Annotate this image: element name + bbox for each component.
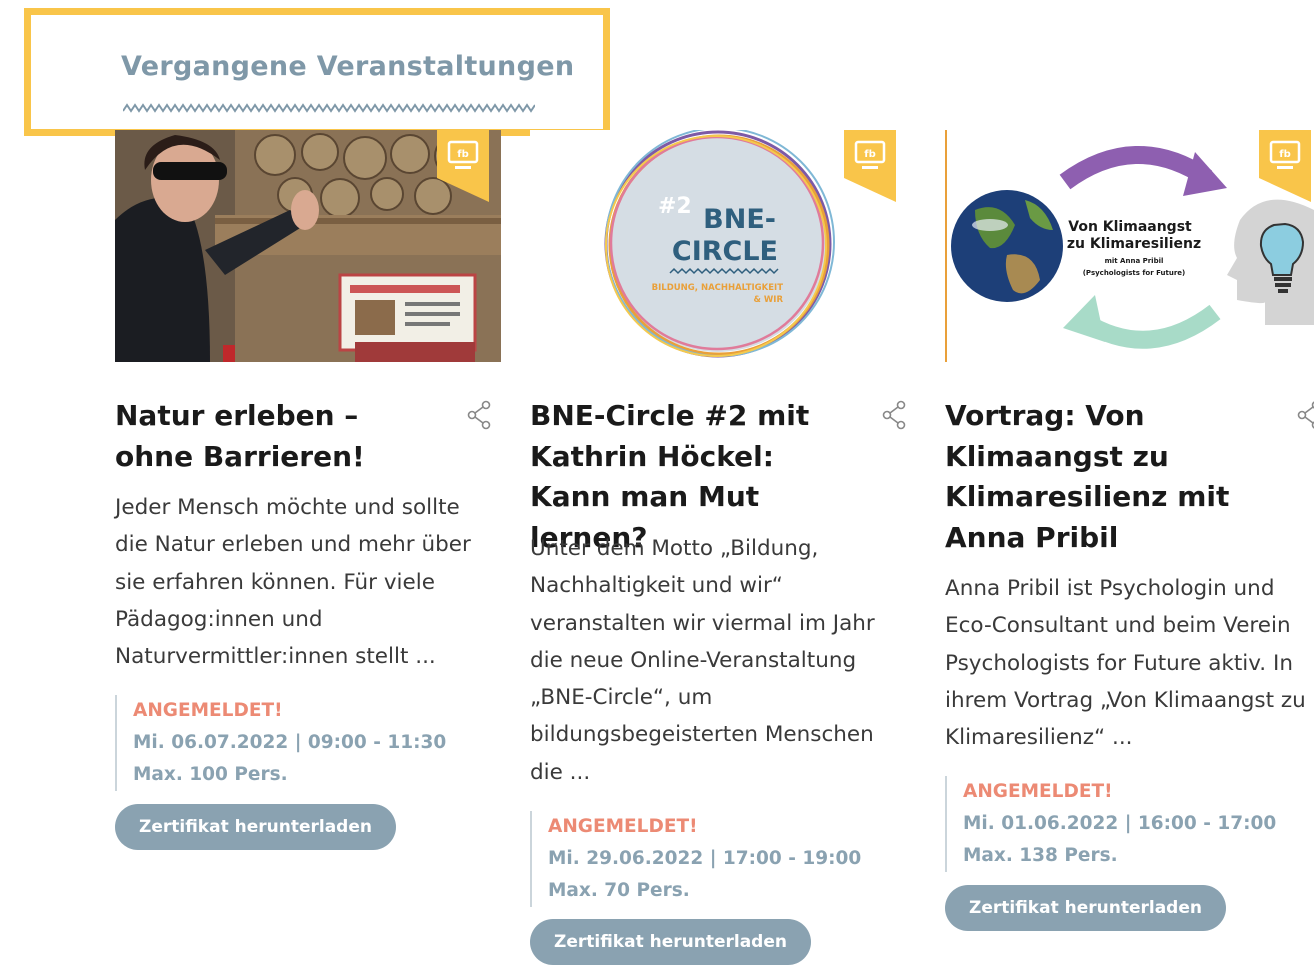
event-title[interactable]: Natur erleben – ohne Barrieren!: [115, 396, 445, 477]
event-card-1[interactable]: fb Natur erleben – ohne Barrieren! Jeder…: [115, 130, 501, 850]
event-card-2[interactable]: #2 BNE- CIRCLE BILDUNG, NACHHALTIGKEIT &…: [530, 130, 916, 958]
event-description: Jeder Mensch möchte und sollte die Natur…: [115, 489, 495, 675]
svg-text:zu Klimaresilienz: zu Klimaresilienz: [1067, 236, 1201, 252]
svg-text:#2: #2: [658, 194, 692, 219]
download-certificate-button[interactable]: Zertifikat herunterladen: [115, 804, 396, 850]
event-card-3[interactable]: Von Klimaangst zu Klimaresilienz mit Ann…: [945, 130, 1314, 930]
registration-status: ANGEMELDET!: [133, 695, 446, 727]
svg-text:BNE-: BNE-: [703, 204, 776, 235]
event-date-time: Mi. 01.06.2022 | 16:00 - 17:00: [963, 808, 1276, 840]
fb-screen-icon: fb: [437, 130, 489, 202]
share-icon[interactable]: [467, 400, 493, 430]
svg-text:fb: fb: [1279, 149, 1291, 160]
download-certificate-button[interactable]: Zertifikat herunterladen: [945, 885, 1226, 931]
event-meta: ANGEMELDET! Mi. 29.06.2022 | 17:00 - 19:…: [530, 811, 861, 907]
fb-screen-icon: fb: [1259, 130, 1311, 202]
svg-text:Von Klimaangst: Von Klimaangst: [1068, 219, 1192, 235]
section-title: Vergangene Veranstaltungen: [121, 51, 574, 82]
event-title[interactable]: Vortrag: Von Klimaangst zu Klimaresilien…: [945, 396, 1265, 558]
svg-text:(Psychologists for Future): (Psychologists for Future): [1083, 269, 1186, 277]
share-icon[interactable]: [1297, 400, 1314, 430]
event-description: Unter dem Motto „Bildung, Nachhaltigkeit…: [530, 530, 900, 791]
event-meta: ANGEMELDET! Mi. 06.07.2022 | 09:00 - 11:…: [115, 695, 446, 791]
svg-text:BILDUNG, NACHHALTIGKEIT: BILDUNG, NACHHALTIGKEIT: [652, 283, 784, 293]
share-icon[interactable]: [882, 400, 908, 430]
event-date-time: Mi. 06.07.2022 | 09:00 - 11:30: [133, 727, 446, 759]
event-description: Anna Pribil ist Psychologin und Eco-Cons…: [945, 570, 1314, 756]
event-capacity: Max. 70 Pers.: [548, 875, 861, 907]
registration-status: ANGEMELDET!: [548, 811, 861, 843]
section-header: Vergangene Veranstaltungen: [24, 8, 610, 136]
svg-text:CIRCLE: CIRCLE: [672, 236, 778, 267]
event-date-time: Mi. 29.06.2022 | 17:00 - 19:00: [548, 843, 861, 875]
svg-text:fb: fb: [864, 149, 876, 160]
event-capacity: Max. 100 Pers.: [133, 759, 446, 791]
zigzag-underline: [123, 103, 535, 113]
event-meta: ANGEMELDET! Mi. 01.06.2022 | 16:00 - 17:…: [945, 776, 1276, 872]
fb-screen-icon: fb: [844, 130, 896, 202]
svg-text:fb: fb: [457, 149, 469, 160]
registration-status: ANGEMELDET!: [963, 776, 1276, 808]
svg-text:& WIR: & WIR: [754, 295, 784, 305]
download-certificate-button[interactable]: Zertifikat herunterladen: [530, 919, 811, 965]
event-capacity: Max. 138 Pers.: [963, 840, 1276, 872]
svg-text:mit Anna Pribil: mit Anna Pribil: [1105, 257, 1164, 265]
